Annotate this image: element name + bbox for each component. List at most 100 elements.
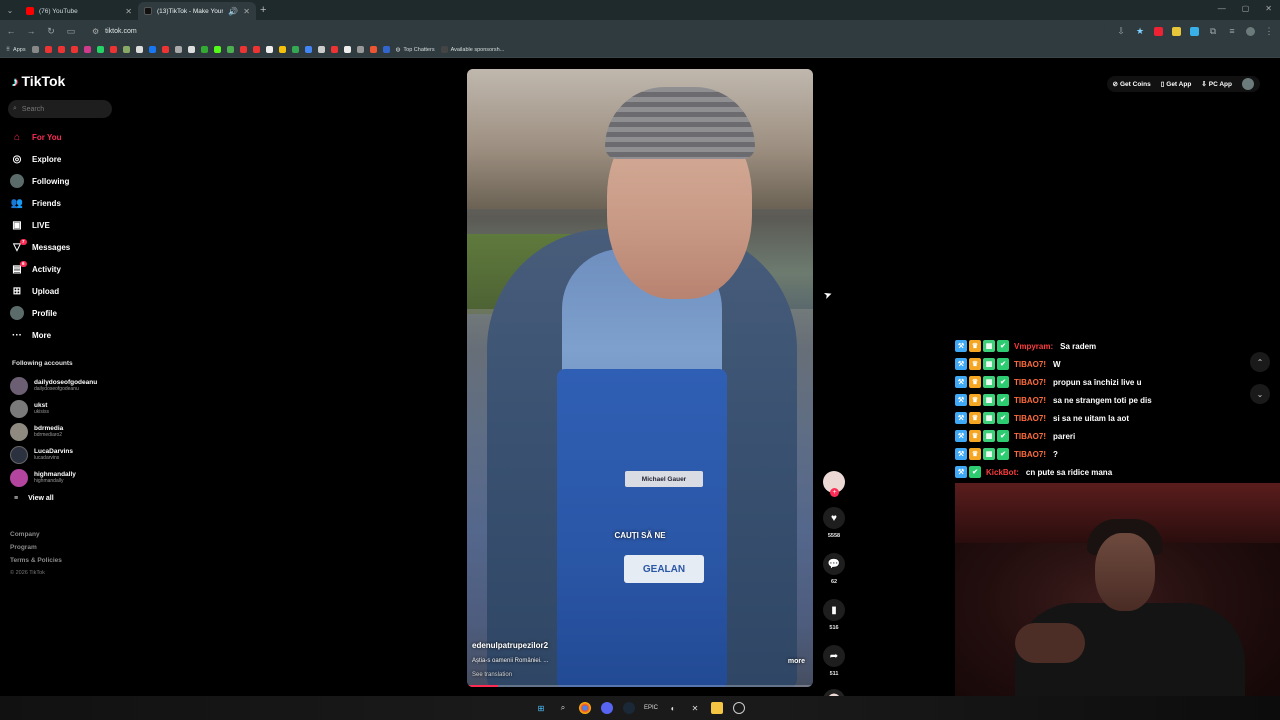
bookmark-icon[interactable]: [369, 46, 377, 53]
back-icon[interactable]: ←: [6, 26, 16, 36]
app-icon[interactable]: ✕: [689, 702, 701, 714]
sidebar-item-for-you[interactable]: ⌂ For You: [10, 126, 120, 148]
sidebar-item-messages[interactable]: ▽ 7 Messages: [10, 236, 120, 258]
chrome-icon[interactable]: [579, 702, 591, 714]
bookmark-icon[interactable]: [83, 46, 91, 53]
address-bar[interactable]: ⚙ tiktok.com: [86, 23, 1106, 39]
bookmark-icon[interactable]: [291, 46, 299, 53]
sidebar-item-explore[interactable]: ◎ Explore: [10, 148, 120, 170]
bookmark-icon[interactable]: [278, 46, 286, 53]
bookmark-icon[interactable]: [135, 46, 143, 53]
bookmark-icon[interactable]: [174, 46, 182, 53]
close-tab-icon[interactable]: ✕: [125, 7, 132, 16]
search-input[interactable]: ⌕ Search: [8, 100, 112, 118]
bookmark-star-icon[interactable]: ★: [1135, 26, 1145, 37]
list-item[interactable]: bdrmedia bdrmediaro2: [10, 420, 122, 443]
windows-start-icon[interactable]: ⊞: [535, 702, 547, 714]
new-tab-button[interactable]: +: [260, 4, 266, 16]
media-icon[interactable]: ≡: [1227, 26, 1237, 36]
video-username[interactable]: edenulpatrupezilor2: [472, 641, 548, 650]
bookmark-icon[interactable]: [161, 46, 169, 53]
list-item[interactable]: highmandally highmandally: [10, 466, 122, 489]
comment-button[interactable]: 💬: [823, 553, 845, 575]
bookmark-top-chatters[interactable]: ◍ Top Chatters: [396, 47, 435, 53]
bookmark-apps[interactable]: ⠿ Apps: [6, 47, 26, 53]
video-progress-bar[interactable]: [467, 685, 813, 687]
next-video-button[interactable]: ⌄: [1250, 384, 1270, 404]
bookmark-icon[interactable]: [96, 46, 104, 53]
bookmark-icon[interactable]: [265, 46, 273, 53]
list-item[interactable]: ukst ukisiss: [10, 397, 122, 420]
steam-icon[interactable]: [623, 702, 635, 714]
bookmark-icon[interactable]: [44, 46, 52, 53]
app-icon[interactable]: ◐: [667, 702, 679, 714]
bookmark-available-sponsorships[interactable]: Available sponsorsh...: [440, 46, 504, 53]
bookmark-icon[interactable]: [226, 46, 234, 53]
bookmark-icon[interactable]: [122, 46, 130, 53]
list-item[interactable]: dailydoseofgodeanu dailydoseofgodeanu: [10, 374, 122, 397]
forward-icon[interactable]: →: [26, 26, 36, 36]
video-player[interactable]: Michael Gauer GEALAN CAUȚI SĂ NE edenulp…: [467, 69, 813, 687]
bookmark-icon[interactable]: [304, 46, 312, 53]
bookmark-icon[interactable]: [187, 46, 195, 53]
get-coins-button[interactable]: ⊘ Get Coins: [1113, 80, 1151, 89]
bookmark-icon[interactable]: [356, 46, 364, 53]
sidebar-item-live[interactable]: ▣ LIVE: [10, 214, 120, 236]
tiktok-logo[interactable]: ♪ TikTok: [12, 73, 65, 89]
extension-icon[interactable]: [1172, 26, 1181, 36]
bookmark-icon[interactable]: [239, 46, 247, 53]
save-button[interactable]: ▮: [823, 599, 845, 621]
tab-tiktok[interactable]: (13)TikTok - Make Your Day 🔊 ✕: [138, 2, 256, 20]
reload-icon[interactable]: ↻: [46, 26, 56, 37]
sidebar-item-following[interactable]: Following: [10, 170, 120, 192]
tab-youtube[interactable]: (76) YouTube ✕: [20, 2, 138, 20]
user-avatar[interactable]: [1242, 78, 1254, 90]
more-button[interactable]: more: [788, 658, 805, 665]
close-window-icon[interactable]: ✕: [1265, 4, 1272, 13]
search-icon[interactable]: ⌕: [557, 702, 569, 714]
bookmark-icon[interactable]: [70, 46, 78, 53]
footer-program-link[interactable]: Program: [10, 541, 62, 554]
bookmark-icon[interactable]: [148, 46, 156, 53]
sidebar-item-more[interactable]: ··· More: [10, 324, 120, 346]
previous-video-button[interactable]: ⌃: [1250, 352, 1270, 372]
bookmark-icon[interactable]: [213, 46, 221, 53]
install-icon[interactable]: ⇩: [1116, 26, 1126, 37]
extension-icon[interactable]: [1190, 26, 1199, 36]
obs-icon[interactable]: [733, 702, 745, 714]
maximize-icon[interactable]: ▢: [1242, 4, 1250, 13]
extensions-puzzle-icon[interactable]: ⧉: [1208, 26, 1218, 37]
profile-avatar-icon[interactable]: [1246, 26, 1255, 36]
sidebar-item-friends[interactable]: 👥 Friends: [10, 192, 120, 214]
minimize-icon[interactable]: —: [1218, 4, 1226, 13]
bookmark-icon[interactable]: [382, 46, 390, 53]
list-item[interactable]: LucaDarvins lucadarvins: [10, 443, 122, 466]
extension-icon[interactable]: [1154, 26, 1163, 36]
bookmark-icon[interactable]: [343, 46, 351, 53]
tab-search-icon[interactable]: ⌄: [0, 0, 20, 20]
menu-icon[interactable]: ⋮: [1264, 26, 1274, 37]
view-all-button[interactable]: ≡ View all: [14, 495, 54, 502]
bookmark-icon[interactable]: [57, 46, 65, 53]
bookmark-icon[interactable]: [31, 46, 39, 53]
sidebar-item-profile[interactable]: Profile: [10, 302, 120, 324]
epic-games-icon[interactable]: EPIC: [644, 702, 658, 714]
footer-terms-link[interactable]: Terms & Policies: [10, 554, 62, 567]
like-button[interactable]: ♥: [823, 507, 845, 529]
see-translation-link[interactable]: See translation: [472, 672, 512, 678]
bookmark-icon[interactable]: [200, 46, 208, 53]
creator-avatar[interactable]: +: [823, 471, 845, 497]
follow-plus-icon[interactable]: +: [830, 488, 839, 497]
sidebar-item-upload[interactable]: ⊞ Upload: [10, 280, 120, 302]
bookmark-icon[interactable]: [252, 46, 260, 53]
get-app-button[interactable]: ▯ Get App: [1161, 80, 1192, 89]
split-view-icon[interactable]: ▭: [66, 26, 76, 37]
footer-company-link[interactable]: Company: [10, 528, 62, 541]
pc-app-button[interactable]: ⇩ PC App: [1201, 80, 1232, 89]
bookmark-icon[interactable]: [330, 46, 338, 53]
bookmark-icon[interactable]: [317, 46, 325, 53]
file-explorer-icon[interactable]: [711, 702, 723, 714]
share-button[interactable]: ➦: [823, 645, 845, 667]
sidebar-item-activity[interactable]: ▤ 6 Activity: [10, 258, 120, 280]
close-tab-icon[interactable]: ✕: [243, 7, 250, 16]
